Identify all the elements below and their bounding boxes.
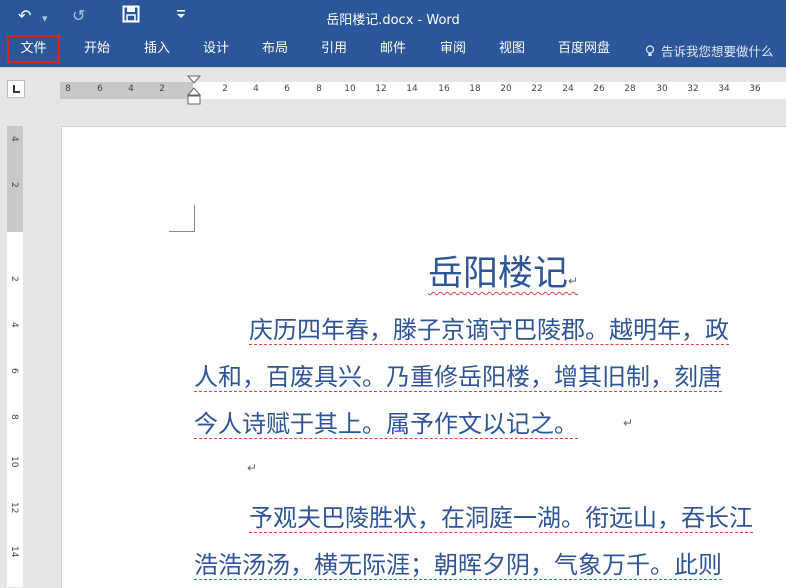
tab-selector-icon[interactable] bbox=[7, 80, 25, 98]
tab-layout[interactable]: 布局 bbox=[262, 41, 288, 57]
ruler-label: 6 bbox=[9, 368, 19, 374]
indent-markers-icon[interactable] bbox=[187, 75, 201, 106]
ruler-label: 2 bbox=[9, 182, 19, 188]
ruler-label: 14 bbox=[9, 546, 19, 558]
ribbon-tabs: 文件 开始 插入 设计 布局 引用 邮件 审阅 视图 百度网盘 告诉我您想要做什… bbox=[0, 34, 786, 67]
body-line[interactable]: 浩浩汤汤，横无际涯；朝晖夕阴，气象万千。此则 bbox=[194, 545, 722, 580]
tab-view[interactable]: 视图 bbox=[499, 41, 525, 57]
ruler-label: 4 bbox=[128, 84, 134, 94]
paragraph-mark: ↵ bbox=[623, 416, 634, 430]
ruler-label: 10 bbox=[9, 456, 19, 468]
ruler-label: 32 bbox=[687, 84, 699, 94]
tab-file[interactable]: 文件 bbox=[7, 35, 60, 63]
ruler-label: 8 bbox=[316, 84, 322, 94]
ruler-label: 4 bbox=[9, 136, 19, 142]
paragraph-mark: ↵ bbox=[568, 274, 579, 288]
tab-insert[interactable]: 插入 bbox=[144, 41, 170, 57]
ruler-label: 2 bbox=[159, 84, 165, 94]
ruler-label: 36 bbox=[749, 84, 761, 94]
left-margin-area bbox=[60, 82, 193, 99]
ruler-label: 18 bbox=[469, 84, 481, 94]
ruler-label: 4 bbox=[9, 322, 19, 328]
heading-text: 岳阳楼记 bbox=[428, 254, 569, 294]
body-line[interactable]: 庆历四年春，滕子京谪守巴陵郡。越明年，政 bbox=[249, 310, 729, 345]
ruler-label: 16 bbox=[438, 84, 450, 94]
body-line[interactable]: 予观夫巴陵胜状，在洞庭一湖。衔远山，吞长江 bbox=[249, 498, 753, 533]
ruler-label: 4 bbox=[253, 84, 259, 94]
ruler-label: 12 bbox=[375, 84, 387, 94]
ruler-label: 2 bbox=[9, 276, 19, 282]
ruler-label: 12 bbox=[9, 502, 19, 514]
ruler-label: 34 bbox=[718, 84, 730, 94]
tab-design[interactable]: 设计 bbox=[203, 41, 229, 57]
ruler-label: 20 bbox=[500, 84, 512, 94]
paragraph-mark: ↵ bbox=[247, 461, 258, 475]
horizontal-ruler[interactable]: 8 6 4 2 2 4 6 8 10 12 14 16 18 20 22 24 … bbox=[60, 82, 786, 99]
tell-me-text: 告诉我您想要做什么 bbox=[661, 44, 774, 59]
tab-review[interactable]: 审阅 bbox=[440, 41, 466, 57]
ruler-label: 24 bbox=[562, 84, 574, 94]
ruler-label: 26 bbox=[593, 84, 605, 94]
ruler-label: 22 bbox=[531, 84, 543, 94]
lightbulb-icon bbox=[645, 45, 655, 57]
crop-mark bbox=[169, 205, 195, 232]
tab-baidu-netdisk[interactable]: 百度网盘 bbox=[558, 41, 610, 57]
tell-me-box[interactable]: 告诉我您想要做什么 bbox=[645, 41, 774, 60]
ruler-label: 2 bbox=[222, 84, 228, 94]
body-line[interactable]: 今人诗赋于其上。属予作文以记之。 bbox=[194, 404, 578, 439]
ruler-label: 8 bbox=[65, 84, 71, 94]
tab-home[interactable]: 开始 bbox=[84, 41, 110, 57]
ruler-label: 6 bbox=[284, 84, 290, 94]
title-bar: ↶ ▾ ↺ 岳阳楼记.docx - Word bbox=[0, 0, 786, 34]
body-line[interactable]: 人和，百废具兴。乃重修岳阳楼，增其旧制，刻唐 bbox=[194, 357, 722, 392]
ruler-label: 28 bbox=[624, 84, 636, 94]
ruler-label: 10 bbox=[344, 84, 356, 94]
vertical-ruler[interactable]: 4 2 2 4 6 8 10 12 14 bbox=[7, 126, 23, 587]
document-heading[interactable]: 岳阳楼记↵ bbox=[428, 245, 578, 296]
ruler-label: 8 bbox=[9, 414, 19, 420]
ruler-label: 30 bbox=[656, 84, 668, 94]
ruler-label: 6 bbox=[97, 84, 103, 94]
ruler-label: 14 bbox=[406, 84, 418, 94]
tab-references[interactable]: 引用 bbox=[321, 41, 347, 57]
tab-mailings[interactable]: 邮件 bbox=[380, 41, 406, 57]
window-title: 岳阳楼记.docx - Word bbox=[326, 13, 460, 28]
ruler-row: 8 6 4 2 2 4 6 8 10 12 14 16 18 20 22 24 … bbox=[0, 67, 786, 106]
